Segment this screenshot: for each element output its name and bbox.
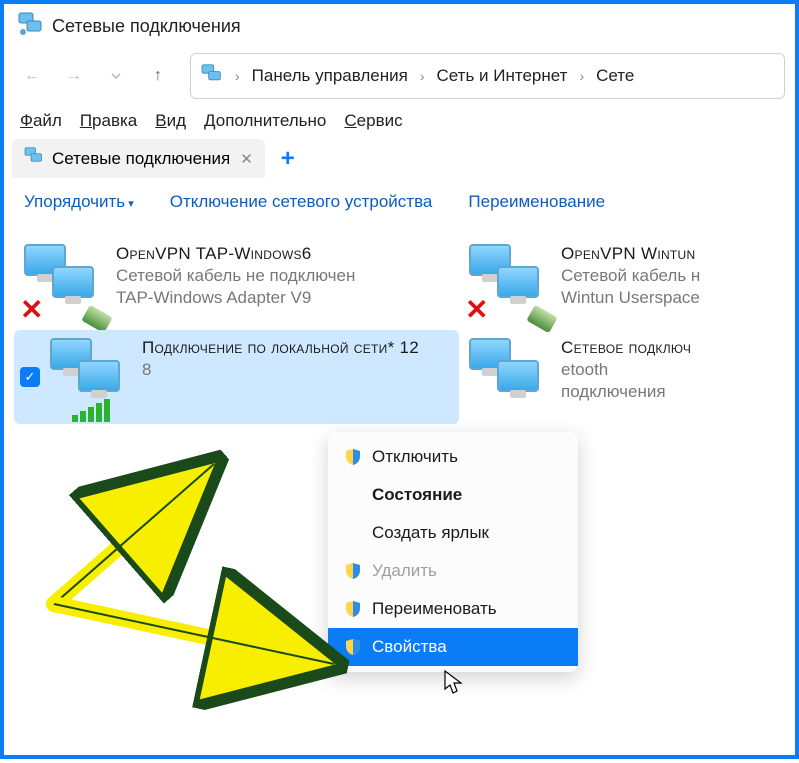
shield-icon: [344, 448, 362, 466]
connection-status: etooth: [561, 360, 691, 380]
breadcrumb-item[interactable]: Панель управления: [252, 66, 408, 86]
connection-name: OpenVPN Wintun: [561, 244, 700, 264]
connection-status: Сетевой кабель н: [561, 266, 700, 286]
sort-dropdown[interactable]: Упорядочить: [24, 192, 134, 212]
connection-device: Wintun Userspace: [561, 288, 700, 308]
close-tab-button[interactable]: ✕: [240, 150, 253, 168]
ctx-rename[interactable]: Переименовать: [328, 590, 578, 628]
network-adapter-icon: ✕: [469, 244, 551, 322]
dropdown-history-button[interactable]: [98, 58, 134, 94]
new-tab-button[interactable]: +: [271, 145, 305, 173]
up-button[interactable]: ↑: [140, 58, 176, 94]
chevron-right-icon: ›: [231, 68, 244, 84]
ctx-label: Удалить: [372, 561, 437, 581]
navigation-row: ← → ↑ › Панель управления › Сеть и Интер…: [4, 49, 795, 103]
ctx-label: Отключить: [372, 447, 458, 467]
ctx-create-shortcut[interactable]: Создать ярлык: [328, 514, 578, 552]
ctx-delete: Удалить: [328, 552, 578, 590]
ctx-state[interactable]: Состояние: [328, 476, 578, 514]
connection-item[interactable]: ✕ OpenVPN Wintun Сетевой кабель н Wintun…: [459, 236, 759, 330]
connection-name: Подключение по локальной сети* 12: [142, 338, 419, 358]
ctx-properties[interactable]: Свойства: [328, 628, 578, 666]
ctx-label: Свойства: [372, 637, 447, 657]
plug-icon: [81, 305, 113, 334]
chevron-right-icon: ›: [416, 68, 429, 84]
content-area: ✕ OpenVPN TAP-Windows6 Сетевой кабель не…: [4, 226, 795, 434]
shield-icon: [344, 562, 362, 580]
menu-edit[interactable]: Правка: [80, 111, 137, 131]
chevron-right-icon: ›: [575, 68, 588, 84]
disconnected-x-icon: ✕: [465, 293, 488, 326]
back-button[interactable]: ←: [14, 58, 50, 94]
shield-icon: [344, 600, 362, 618]
tab-bar: Сетевые подключения ✕ +: [4, 139, 795, 178]
shield-icon: [344, 638, 362, 656]
connection-item[interactable]: ✕ OpenVPN TAP-Windows6 Сетевой кабель не…: [14, 236, 459, 330]
ctx-label: Переименовать: [372, 599, 497, 619]
network-connections-icon: [18, 12, 44, 41]
signal-strength-icon: [72, 399, 110, 422]
disable-device-button[interactable]: Отключение сетевого устройства: [170, 192, 433, 212]
ctx-label: Состояние: [372, 485, 462, 505]
network-connections-icon: [24, 147, 44, 170]
tab-label: Сетевые подключения: [52, 149, 230, 169]
connection-item[interactable]: Сетевое подключ etooth подключения: [459, 330, 759, 424]
breadcrumb-item[interactable]: Сеть и Интернет: [437, 66, 568, 86]
toolbar: Упорядочить Отключение сетевого устройст…: [4, 178, 795, 226]
network-adapter-icon: [50, 338, 132, 416]
address-bar[interactable]: › Панель управления › Сеть и Интернет › …: [190, 53, 785, 99]
menu-file[interactable]: Файл: [20, 111, 62, 131]
connection-name: OpenVPN TAP-Windows6: [116, 244, 355, 264]
connection-device: 8: [142, 360, 419, 380]
tab-network-connections[interactable]: Сетевые подключения ✕: [12, 139, 265, 178]
window-title: Сетевые подключения: [52, 16, 241, 37]
connection-item-selected[interactable]: ✓ Подключение по локальной сети* 12 8: [14, 330, 459, 424]
connection-status: Сетевой кабель не подключен: [116, 266, 355, 286]
ctx-disable[interactable]: Отключить: [328, 438, 578, 476]
forward-button[interactable]: →: [56, 58, 92, 94]
connection-name: Сетевое подключ: [561, 338, 691, 358]
selection-checkbox[interactable]: ✓: [20, 367, 40, 387]
menu-bar: Файл Правка Вид Дополнительно Сервис: [4, 103, 795, 139]
plug-icon: [526, 305, 558, 334]
menu-view[interactable]: Вид: [155, 111, 186, 131]
cursor-icon: [444, 670, 464, 696]
title-bar: Сетевые подключения: [4, 4, 795, 49]
connection-device: подключения: [561, 382, 691, 402]
network-adapter-icon: [469, 338, 551, 416]
context-menu: Отключить Состояние Создать ярлык Удалит…: [328, 432, 578, 672]
network-connections-icon: [201, 64, 223, 89]
menu-extra[interactable]: Дополнительно: [204, 111, 326, 131]
network-adapter-icon: ✕: [24, 244, 106, 322]
ctx-label: Создать ярлык: [372, 523, 489, 543]
connection-device: TAP-Windows Adapter V9: [116, 288, 355, 308]
breadcrumb-item[interactable]: Сете: [596, 66, 634, 86]
disconnected-x-icon: ✕: [20, 293, 43, 326]
menu-service[interactable]: Сервис: [344, 111, 402, 131]
rename-button[interactable]: Переименование: [468, 192, 605, 212]
